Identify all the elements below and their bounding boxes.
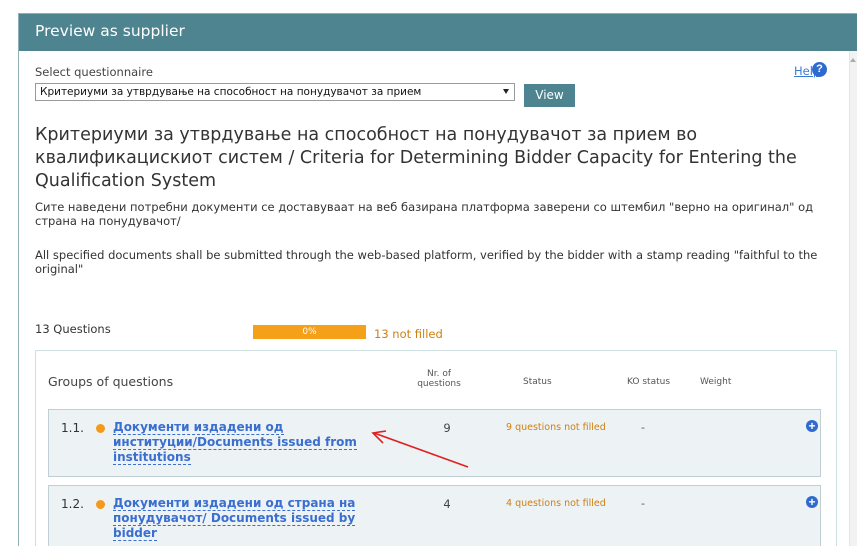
- dialog-title: Preview as supplier: [35, 22, 185, 40]
- questionnaire-description-mk: Сите наведени потребни документи се дост…: [35, 200, 814, 228]
- questions-count: 13 Questions: [35, 322, 111, 336]
- group-number: 1.1.: [61, 421, 84, 435]
- select-questionnaire-label: Select questionnaire: [35, 65, 153, 79]
- scroll-up-arrow-icon[interactable]: [850, 58, 856, 62]
- group-status: 9 questions not filled: [506, 422, 606, 433]
- expand-plus-icon[interactable]: +: [806, 496, 818, 508]
- column-header-ko-status: KO status: [627, 377, 671, 387]
- group-question-count: 9: [443, 421, 451, 435]
- group-link[interactable]: Документи издадени од страна на понудува…: [113, 496, 373, 541]
- preview-dialog: Preview as supplier Help ? Select questi…: [18, 13, 857, 546]
- title-bar: Preview as supplier: [19, 14, 857, 51]
- scrollbar[interactable]: [849, 51, 857, 546]
- question-icon[interactable]: ?: [812, 62, 827, 77]
- group-status: 4 questions not filled: [506, 498, 606, 509]
- not-filled-count: 13 not filled: [374, 327, 443, 341]
- progress-label: 0%: [302, 327, 317, 337]
- group-link-text[interactable]: Документи издадени од страна на понудува…: [113, 496, 356, 541]
- group-row: 1.2. Документи издадени од страна на пон…: [48, 485, 821, 546]
- questionnaire-description-en: All specified documents shall be submitt…: [35, 248, 818, 276]
- questionnaire-select-value: Критериуми за утврдување на способност н…: [40, 86, 422, 98]
- progress-bar: 0%: [253, 325, 366, 339]
- group-link[interactable]: Документи издадени од институции/Documen…: [113, 420, 373, 465]
- group-ko-status: -: [641, 497, 645, 510]
- group-link-text[interactable]: Документи издадени од институции/Documen…: [113, 420, 357, 465]
- column-header-nr: Nr. of questions: [417, 369, 461, 389]
- column-header-weight: Weight: [700, 377, 732, 387]
- questionnaire-heading: Критериуми за утврдување на способност н…: [35, 125, 797, 191]
- group-ko-status: -: [641, 421, 645, 434]
- dropdown-arrow-icon: [503, 89, 509, 94]
- group-row: 1.1. Документи издадени од институции/Do…: [48, 409, 821, 477]
- expand-plus-icon[interactable]: +: [806, 420, 818, 432]
- status-dot-icon: [96, 500, 105, 509]
- groups-title: Groups of questions: [48, 374, 174, 389]
- group-number: 1.2.: [61, 497, 84, 511]
- group-question-count: 4: [443, 497, 451, 511]
- status-dot-icon: [96, 424, 105, 433]
- view-button[interactable]: View: [524, 84, 575, 107]
- column-header-status: Status: [523, 377, 552, 387]
- groups-panel: Groups of questions Nr. of questions Sta…: [35, 350, 837, 546]
- questionnaire-select[interactable]: Критериуми за утврдување на способност н…: [35, 83, 515, 101]
